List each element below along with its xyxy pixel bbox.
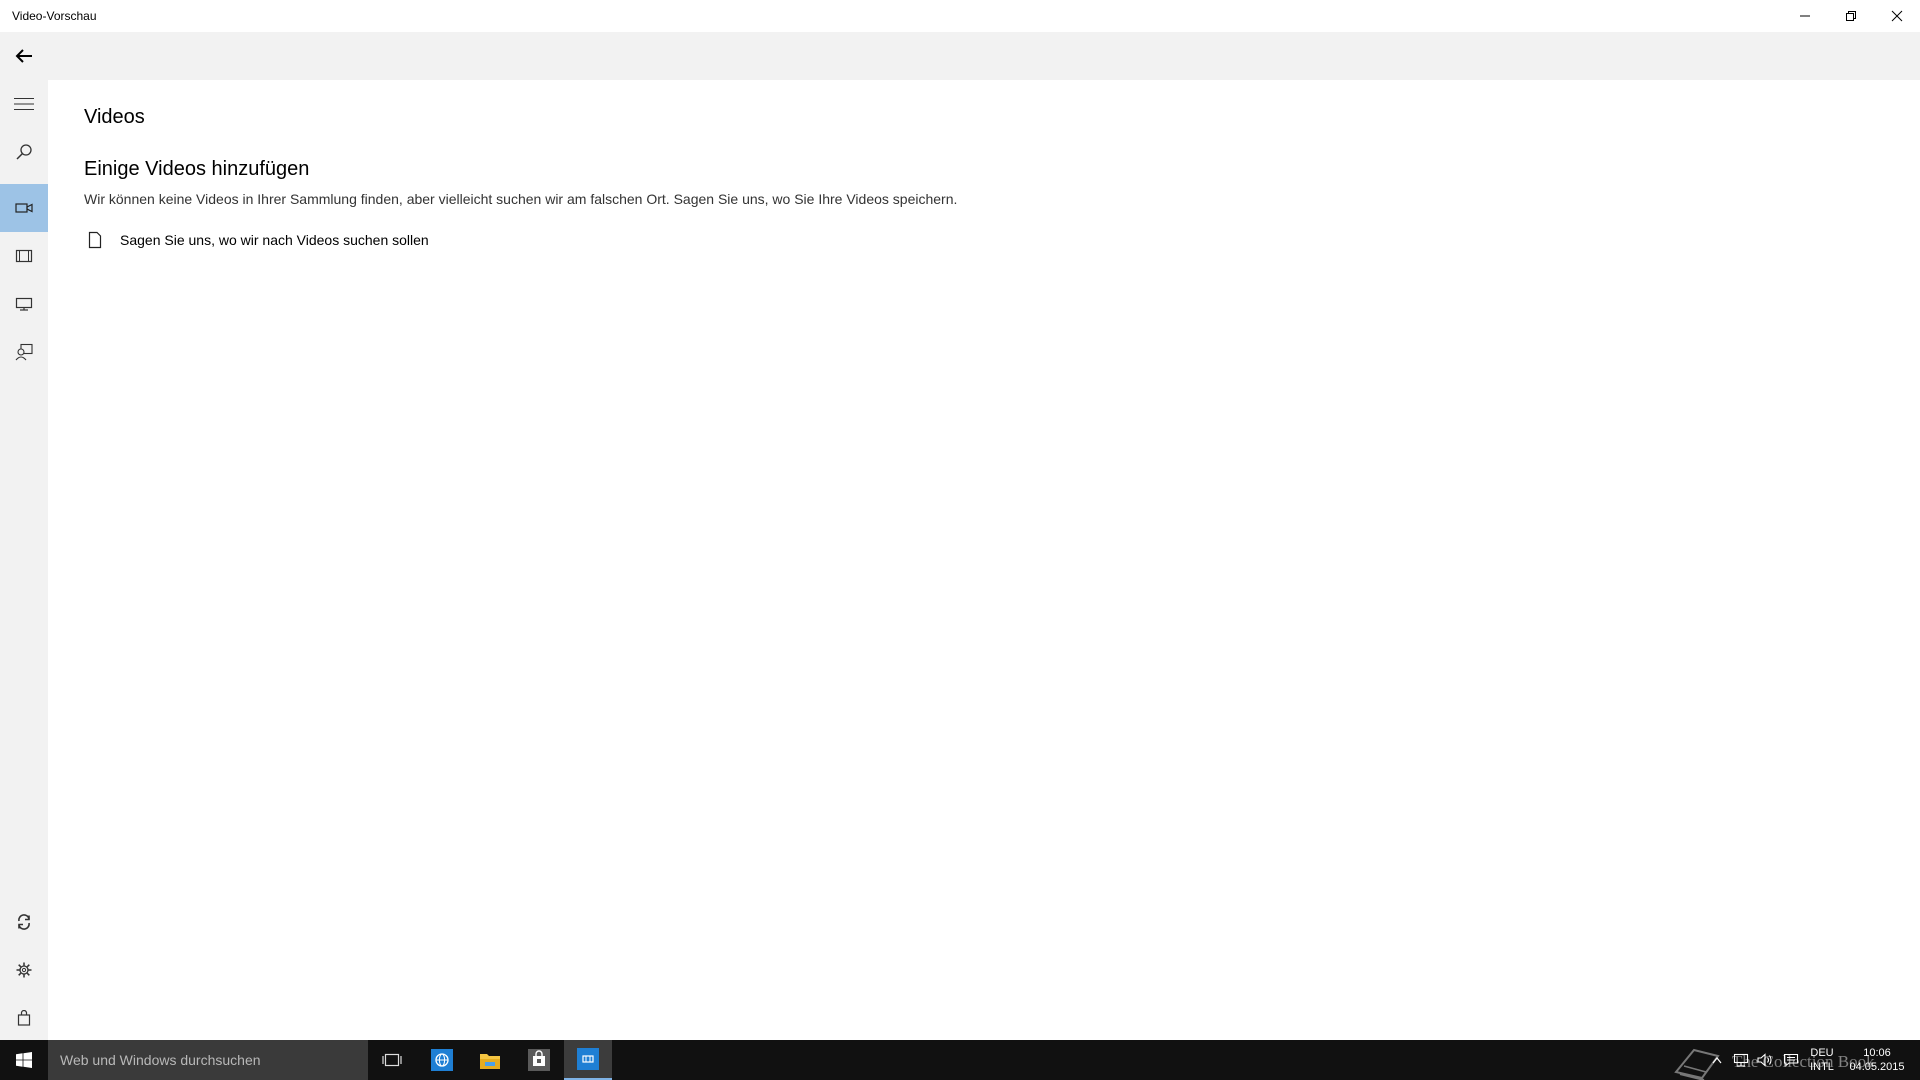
main-content: Videos Einige Videos hinzufügen Wir könn… <box>48 80 1920 1040</box>
browser-icon <box>431 1049 453 1071</box>
nav-people[interactable] <box>0 328 48 376</box>
taskbar: Web und Windows durchsuchen The Collecti… <box>0 1040 1920 1080</box>
video-camera-icon <box>15 203 33 213</box>
store-icon <box>528 1049 550 1071</box>
input-language-indicator[interactable]: DEU INTL <box>1808 1046 1836 1074</box>
video-app-icon <box>577 1048 599 1070</box>
choose-video-folders-label: Sagen Sie uns, wo wir nach Videos suchen… <box>120 232 429 248</box>
taskbar-search-placeholder: Web und Windows durchsuchen <box>60 1052 261 1068</box>
input-language: DEU <box>1810 1047 1834 1059</box>
clock[interactable]: 10:06 04.05.2015 <box>1842 1046 1912 1074</box>
speaker-icon <box>1757 1053 1772 1067</box>
film-icon <box>15 249 33 263</box>
taskbar-browser[interactable] <box>418 1040 466 1080</box>
minimize-button[interactable] <box>1782 0 1828 32</box>
task-view-icon <box>382 1053 402 1067</box>
notification-icon <box>1783 1053 1799 1067</box>
left-navigation <box>0 80 48 1040</box>
empty-collection-description: Wir können keine Videos in Ihrer Sammlun… <box>84 191 958 207</box>
tray-network-button[interactable] <box>1732 1052 1750 1068</box>
store-bag-icon <box>17 1010 31 1026</box>
folder-document-icon <box>84 229 106 251</box>
hamburger-menu-button[interactable] <box>0 80 48 128</box>
hamburger-icon <box>14 98 34 110</box>
title-bar: Video-Vorschau <box>0 0 1920 32</box>
search-icon <box>16 144 32 160</box>
clock-date: 04.05.2015 <box>1849 1061 1905 1073</box>
back-arrow-icon <box>15 49 32 63</box>
tv-icon <box>15 297 33 311</box>
start-button[interactable] <box>0 1040 48 1080</box>
back-button[interactable] <box>0 32 48 80</box>
nav-videos[interactable] <box>0 184 48 232</box>
gear-icon <box>16 962 32 978</box>
tray-volume-button[interactable] <box>1756 1052 1774 1068</box>
nav-movies[interactable] <box>0 232 48 280</box>
window-title: Video-Vorschau <box>12 9 97 23</box>
clock-time: 10:06 <box>1863 1047 1891 1059</box>
taskbar-search-box[interactable]: Web und Windows durchsuchen <box>48 1040 368 1080</box>
chevron-up-icon <box>1712 1057 1722 1064</box>
nav-tv-shows[interactable] <box>0 280 48 328</box>
nav-store-button[interactable] <box>0 994 48 1042</box>
minimize-icon <box>1800 15 1810 17</box>
taskbar-store[interactable] <box>515 1040 563 1080</box>
tray-action-center-button[interactable] <box>1782 1052 1800 1068</box>
close-button[interactable] <box>1874 0 1920 32</box>
page-title: Videos <box>84 106 145 128</box>
restore-icon <box>1846 11 1856 21</box>
taskbar-file-explorer[interactable] <box>466 1040 514 1080</box>
windows-logo-icon <box>16 1052 32 1068</box>
sync-icon <box>18 914 30 930</box>
choose-video-folders-link[interactable]: Sagen Sie uns, wo wir nach Videos suchen… <box>84 226 429 254</box>
keyboard-layout: INTL <box>1810 1061 1834 1073</box>
nav-settings-button[interactable] <box>0 946 48 994</box>
section-title: Einige Videos hinzufügen <box>84 158 310 180</box>
restore-button[interactable] <box>1828 0 1874 32</box>
taskbar-video-app[interactable] <box>564 1040 612 1080</box>
task-view-button[interactable] <box>368 1040 416 1080</box>
tray-overflow-button[interactable] <box>1708 1052 1726 1068</box>
close-icon <box>1891 10 1903 22</box>
network-icon <box>1733 1053 1749 1067</box>
nav-sync-button[interactable] <box>0 898 48 946</box>
people-icon <box>15 343 33 361</box>
nav-search-button[interactable] <box>0 128 48 176</box>
file-explorer-icon <box>480 1054 500 1069</box>
back-bar <box>0 32 1920 80</box>
